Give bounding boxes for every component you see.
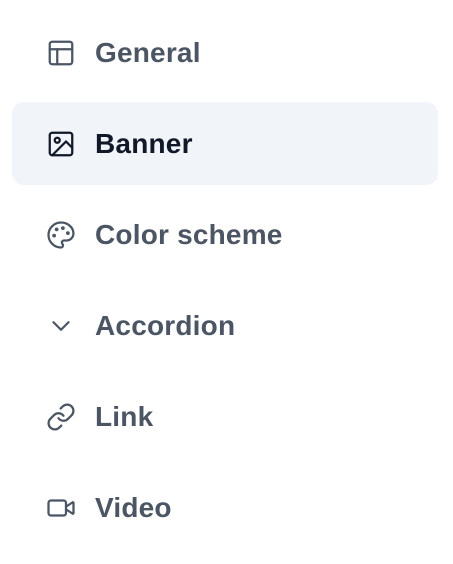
video-icon	[46, 493, 76, 523]
nav-item-label: Link	[95, 400, 154, 432]
nav-item-banner[interactable]: Banner	[12, 102, 438, 185]
nav-item-label: Color scheme	[95, 218, 283, 250]
chevron-down-icon	[46, 311, 76, 341]
link-icon	[46, 402, 76, 432]
nav-item-general[interactable]: General	[12, 11, 438, 94]
nav-item-link[interactable]: Link	[12, 375, 438, 458]
nav-item-video[interactable]: Video	[12, 466, 438, 549]
nav-item-label: Video	[95, 491, 172, 523]
settings-nav: General Banner Color scheme Accordion Li…	[0, 0, 453, 564]
nav-item-label: General	[95, 36, 201, 68]
nav-item-accordion[interactable]: Accordion	[12, 284, 438, 367]
layout-icon	[46, 38, 76, 68]
image-icon	[46, 129, 76, 159]
palette-icon	[46, 220, 76, 250]
nav-item-label: Banner	[95, 127, 193, 159]
nav-item-color-scheme[interactable]: Color scheme	[12, 193, 438, 276]
nav-item-label: Accordion	[95, 309, 236, 341]
